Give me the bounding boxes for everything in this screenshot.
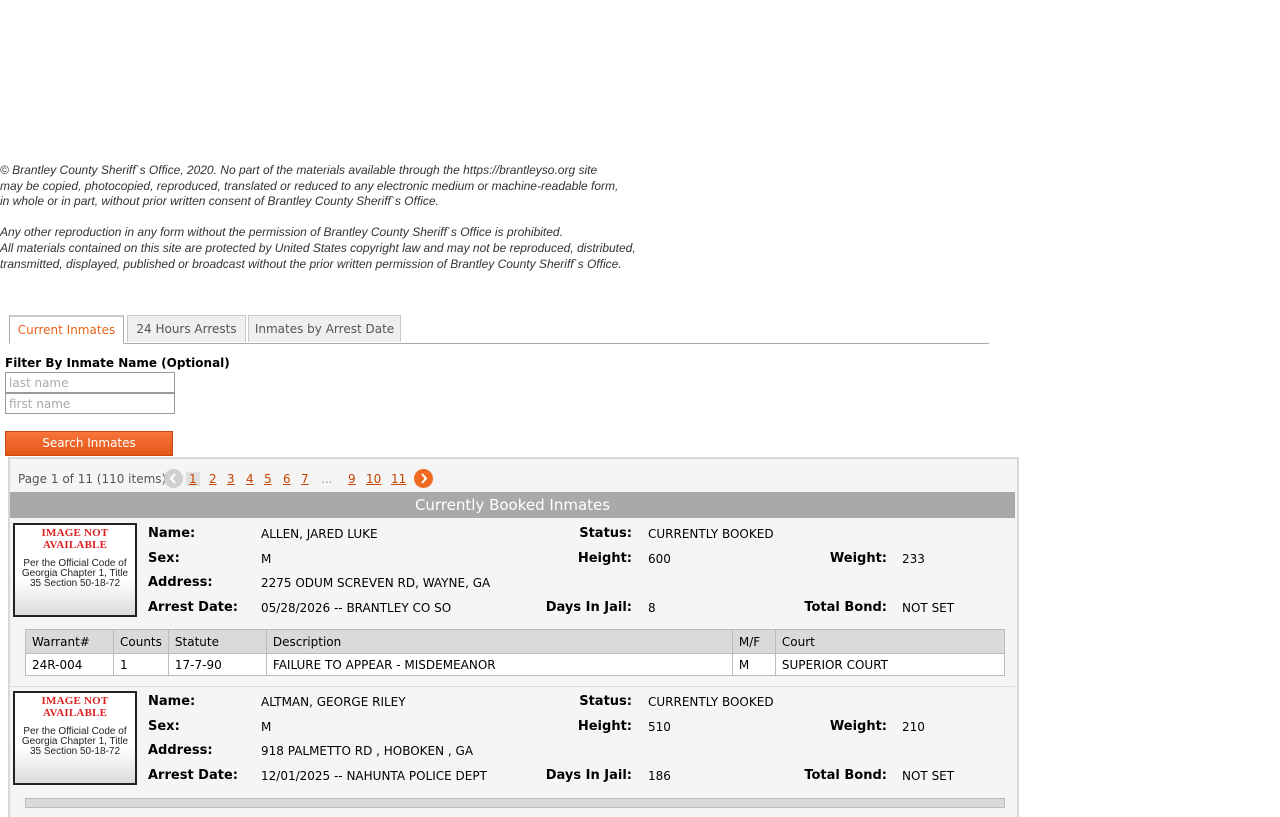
warrant-header-row: Warrant# Counts Statute Description M/F … [25,629,1006,654]
inmate-list-panel: Page 1 of 11 (110 items) 1 2 3 4 5 6 7 .… [8,457,1019,817]
copyright-line: may be copied, photocopied, reproduced, … [0,178,619,193]
page-link[interactable]: 10 [366,472,381,486]
status-label: Status: [579,694,632,709]
warrant-row: 24R-004 1 17-7-90 FAILURE TO APPEAR - MI… [25,653,1006,676]
photo-legal-note: Per the Official Code of Georgia Chapter… [21,726,129,757]
warrant-number: 24R-004 [25,653,114,676]
weight-label: Weight: [829,551,887,566]
inmate-photo-placeholder: IMAGE NOT AVAILABLE Per the Official Cod… [13,691,137,785]
copyright-line: in whole or in part, without prior writt… [0,194,439,209]
address-label: Address: [148,575,213,590]
next-page-button[interactable] [414,469,433,488]
copyright-notice: © Brantley County Sheriff`s Office, 2020… [0,163,636,272]
inmate-address: 2275 ODUM SCREVEN RD, WAYNE, GA [261,576,491,590]
copyright-line: © Brantley County Sheriff`s Office, 2020… [0,163,598,177]
copyright-line: transmitted, displayed, published or bro… [0,256,622,271]
inmate-height: 510 [648,720,671,734]
sex-label: Sex: [148,551,180,566]
inmate-name: ALTMAN, GEORGE RILEY [261,695,406,709]
list-title: Currently Booked Inmates [10,492,1015,518]
inmate-total-bond: NOT SET [902,769,955,783]
page-link[interactable]: 3 [227,472,235,486]
warrant-column-header: Warrant# [25,629,114,654]
warrant-counts: 1 [113,653,169,676]
warrant-court: SUPERIOR COURT [774,653,1006,676]
image-not-available-text: IMAGE NOT AVAILABLE [41,695,109,719]
inmate-days-in-jail: 8 [648,601,656,615]
page-link[interactable]: 6 [283,472,291,486]
chevron-right-icon [421,473,428,484]
height-label: Height: [577,719,632,734]
mf-column-header: M/F [731,629,776,654]
total-bond-label: Total Bond: [804,768,887,783]
inmate-weight: 210 [902,720,925,734]
warrant-description: FAILURE TO APPEAR - MISDEMEANOR [265,653,733,676]
page-link[interactable]: 7 [301,472,309,486]
inmate-tabs: Current Inmates 24 Hours Arrests Inmates… [9,315,989,344]
days-in-jail-label: Days In Jail: [545,600,632,615]
page-ellipsis: ... [321,472,333,486]
arrest-date-label: Arrest Date: [148,600,238,615]
address-label: Address: [148,743,213,758]
tab-inmates-by-arrest-date[interactable]: Inmates by Arrest Date [248,315,401,342]
search-inmates-button[interactable]: Search Inmates [5,431,173,456]
prev-page-button[interactable] [164,469,183,488]
record-separator [10,686,1015,687]
inmate-weight: 233 [902,552,925,566]
chevron-left-icon [169,473,176,484]
tab-24-hours-arrests[interactable]: 24 Hours Arrests [127,315,246,342]
image-not-available-text: IMAGE NOT AVAILABLE [41,527,109,551]
inmate-photo-placeholder: IMAGE NOT AVAILABLE Per the Official Cod… [13,523,137,617]
inmate-status: CURRENTLY BOOKED [648,695,774,709]
description-column-header: Description [265,629,733,654]
inmate-total-bond: NOT SET [902,601,955,615]
weight-label: Weight: [829,719,887,734]
pager-info: Page 1 of 11 (110 items) [18,472,167,486]
total-bond-label: Total Bond: [804,600,887,615]
warrant-mf: M [731,653,776,676]
arrest-date-label: Arrest Date: [148,768,238,783]
status-label: Status: [579,526,632,541]
tab-current-inmates[interactable]: Current Inmates [9,315,124,344]
copyright-line: All materials contained on this site are… [0,240,636,255]
page-link[interactable]: 9 [348,472,356,486]
inmate-record: IMAGE NOT AVAILABLE Per the Official Cod… [10,520,1015,688]
name-label: Name: [148,526,196,541]
statute-column-header: Statute [167,629,267,654]
inmate-arrest-date: 05/28/2026 -- BRANTLEY CO SO [261,601,452,615]
inmate-arrest-date: 12/01/2025 -- NAHUNTA POLICE DEPT [261,769,487,783]
days-in-jail-label: Days In Jail: [545,768,632,783]
last-name-input[interactable] [5,372,175,393]
page-link[interactable]: 1 [186,472,200,486]
inmate-height: 600 [648,552,671,566]
page-link[interactable]: 11 [391,472,406,486]
page-link[interactable]: 4 [246,472,254,486]
inmate-record: IMAGE NOT AVAILABLE Per the Official Cod… [10,688,1015,808]
inmate-status: CURRENTLY BOOKED [648,527,774,541]
inmate-days-in-jail: 186 [648,769,671,783]
page-link[interactable]: 5 [264,472,272,486]
copyright-line: Any other reproduction in any form witho… [0,225,563,240]
photo-legal-note: Per the Official Code of Georgia Chapter… [21,558,129,589]
page-link[interactable]: 2 [209,472,217,486]
inmate-name: ALLEN, JARED LUKE [261,527,378,541]
sex-label: Sex: [148,719,180,734]
filter-label: Filter By Inmate Name (Optional) [5,356,230,370]
warrant-statute: 17-7-90 [167,653,267,676]
court-column-header: Court [774,629,1006,654]
height-label: Height: [577,551,632,566]
inmate-address: 918 PALMETTO RD , HOBOKEN , GA [261,744,474,758]
first-name-input[interactable] [5,393,175,414]
inmate-sex: M [261,552,272,566]
inmate-sex: M [261,720,272,734]
warrant-table: Warrant# Counts Statute Description M/F … [25,629,1006,676]
counts-column-header: Counts [113,629,169,654]
name-label: Name: [148,694,196,709]
